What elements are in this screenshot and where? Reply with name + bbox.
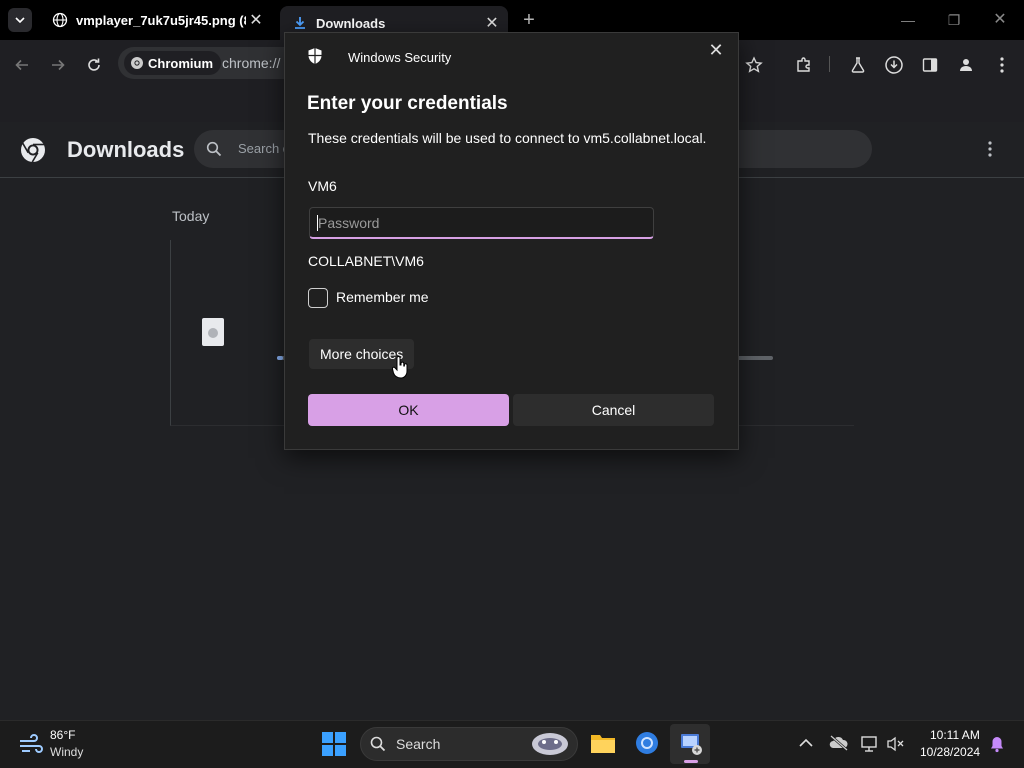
- dialog-heading: Enter your credentials: [307, 93, 508, 114]
- show-hidden-icons-button[interactable]: [799, 738, 813, 748]
- username-label: VM6: [308, 178, 337, 194]
- chromium-icon: [131, 57, 143, 69]
- chromium-logo-icon: [20, 137, 46, 163]
- profile-button[interactable]: [954, 53, 978, 77]
- notification-bell-icon[interactable]: [988, 735, 1006, 753]
- tab-title: Downloads: [316, 15, 386, 31]
- close-tab-icon[interactable]: ✕: [482, 13, 502, 33]
- more-vertical-icon: [988, 141, 992, 157]
- hand-cursor-icon: [392, 356, 408, 380]
- cancel-button[interactable]: Cancel: [513, 394, 714, 426]
- extensions-button[interactable]: [792, 53, 816, 77]
- bookmark-button[interactable]: [742, 53, 766, 77]
- onedrive-offline-icon[interactable]: [829, 735, 849, 751]
- downloads-toolbar-button[interactable]: [882, 53, 906, 77]
- tab-vmplayer-image[interactable]: vmplayer_7uk7u5jr45.png (802 ✕: [40, 6, 272, 34]
- close-tab-icon[interactable]: ✕: [246, 10, 266, 30]
- section-today: Today: [172, 208, 210, 224]
- shield-icon: [307, 47, 323, 65]
- ok-button[interactable]: OK: [308, 394, 509, 426]
- restore-button[interactable]: ❐: [940, 8, 968, 32]
- search-placeholder: Search d: [238, 141, 291, 156]
- taskbar-search-label: Search: [396, 736, 441, 752]
- minimize-button[interactable]: —: [894, 8, 922, 32]
- new-tab-button[interactable]: +: [518, 10, 540, 32]
- weather-description: Windy: [50, 745, 84, 759]
- puzzle-icon: [797, 57, 810, 72]
- chevron-up-icon: [799, 738, 813, 747]
- file-icon: [202, 318, 224, 346]
- weather-temperature: 86°F: [50, 728, 76, 742]
- search-highlight-icon: [530, 730, 570, 758]
- password-field[interactable]: [309, 207, 654, 239]
- start-button[interactable]: [322, 732, 346, 756]
- vmware-remote-icon[interactable]: [678, 731, 704, 757]
- download-progress-fill: [277, 356, 283, 360]
- tab-title: vmplayer_7uk7u5jr45.png (802: [76, 12, 246, 28]
- back-button[interactable]: [10, 53, 34, 77]
- download-icon: [295, 17, 305, 29]
- toolbar-divider: [829, 56, 830, 72]
- search-icon: [370, 736, 386, 752]
- url-text: chrome://: [222, 55, 281, 71]
- download-circle-icon: [885, 56, 903, 74]
- tab-search-button[interactable]: [8, 8, 32, 32]
- volume-muted-icon[interactable]: [886, 735, 906, 753]
- site-info-chip[interactable]: Chromium: [124, 51, 221, 75]
- dialog-close-button[interactable]: ✕: [704, 38, 728, 62]
- arrow-left-icon: [15, 59, 28, 71]
- menu-button[interactable]: [990, 53, 1014, 77]
- clock-time[interactable]: 10:11 AM: [930, 728, 980, 742]
- file-explorer-icon[interactable]: [590, 732, 616, 754]
- page-title: Downloads: [67, 137, 185, 162]
- page-menu-button[interactable]: [984, 140, 996, 158]
- star-icon: [745, 56, 763, 73]
- chromium-taskbar-icon[interactable]: [635, 731, 659, 755]
- side-panel-button[interactable]: [918, 53, 942, 77]
- active-app-indicator: [684, 760, 698, 763]
- domain-user-label: COLLABNET\VM6: [308, 253, 424, 269]
- close-window-button[interactable]: ✕: [986, 8, 1014, 32]
- dialog-description: These credentials will be used to connec…: [308, 130, 707, 146]
- forward-button[interactable]: [46, 53, 70, 77]
- side-panel-icon: [922, 58, 938, 72]
- labs-button[interactable]: [846, 53, 870, 77]
- arrow-right-icon: [52, 59, 65, 71]
- remember-me-label: Remember me: [336, 289, 429, 305]
- clock-date[interactable]: 10/28/2024: [920, 745, 980, 759]
- reload-icon: [88, 58, 100, 71]
- person-icon: [960, 59, 972, 71]
- windows-logo-icon: [322, 732, 346, 756]
- flask-icon: [851, 57, 865, 73]
- text-caret: [317, 215, 318, 231]
- reload-button[interactable]: [82, 53, 106, 77]
- dialog-app-title: Windows Security: [348, 50, 452, 65]
- search-icon: [206, 141, 222, 157]
- network-icon[interactable]: [860, 735, 880, 753]
- chevron-down-icon: [15, 17, 25, 23]
- wind-icon[interactable]: [18, 733, 44, 755]
- chip-label: Chromium: [148, 55, 213, 71]
- more-vertical-icon: [1000, 57, 1004, 73]
- remember-me-checkbox[interactable]: [308, 288, 328, 308]
- globe-icon: [52, 12, 68, 28]
